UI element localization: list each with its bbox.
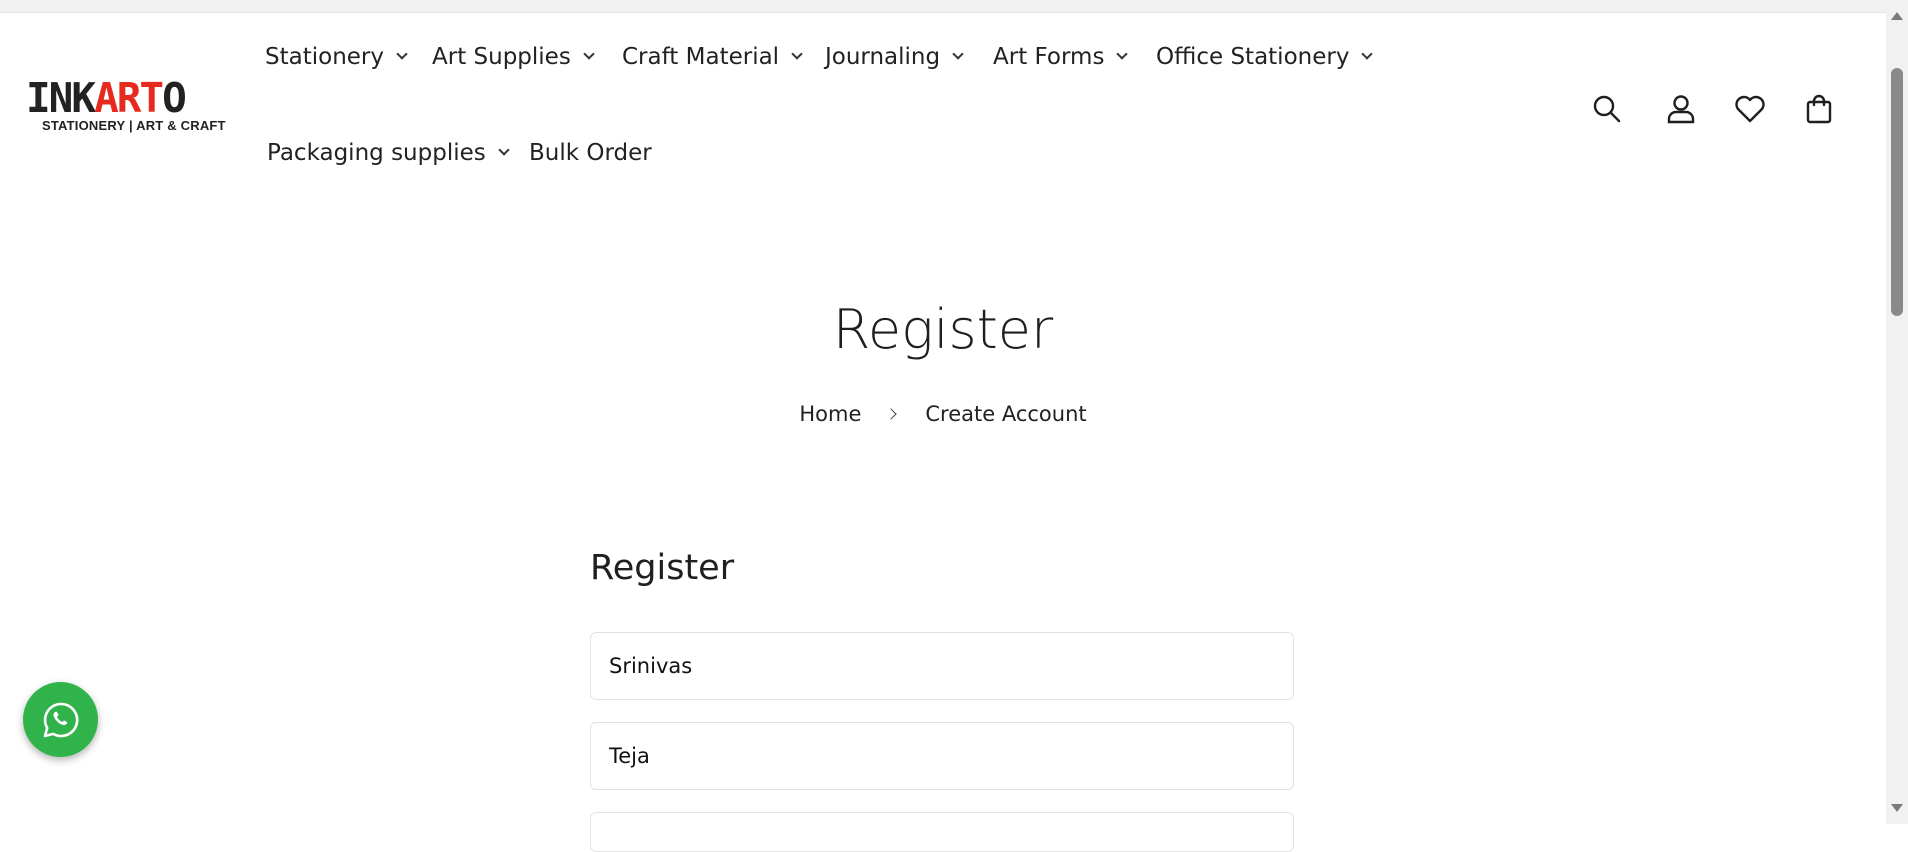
chevron-down-icon — [1361, 48, 1374, 60]
account-icon[interactable] — [1664, 92, 1698, 126]
breadcrumb-home-link[interactable]: Home — [799, 402, 861, 426]
nav-label: Journaling — [825, 44, 941, 70]
nav-label: Art Supplies — [432, 44, 571, 70]
nav-item-packaging-supplies[interactable]: Packaging supplies — [267, 140, 510, 166]
nav-item-bulk-order[interactable]: Bulk Order — [529, 140, 652, 166]
chevron-down-icon — [396, 48, 408, 60]
breadcrumb: Home Create Account — [0, 402, 1886, 426]
site-logo[interactable]: INKARTO STATIONERY | ART & CRAFT — [26, 74, 226, 136]
nav-label: Stationery — [265, 44, 384, 70]
chevron-down-icon — [498, 144, 510, 156]
nav-item-art-supplies[interactable]: Art Supplies — [432, 44, 595, 70]
nav-item-journaling[interactable]: Journaling — [825, 44, 964, 70]
chevron-down-icon — [952, 48, 964, 60]
cart-bag-icon[interactable] — [1802, 92, 1836, 126]
logo-wordmark: INKARTO — [26, 74, 187, 122]
vertical-scrollbar[interactable] — [1886, 0, 1908, 824]
nav-label: Bulk Order — [529, 140, 652, 166]
chevron-down-icon — [791, 48, 803, 60]
chevron-right-icon — [885, 408, 898, 420]
scroll-up-arrow-icon[interactable] — [1891, 12, 1903, 20]
nav-item-craft-material[interactable]: Craft Material — [622, 44, 803, 70]
chevron-down-icon — [1116, 48, 1129, 60]
first-name-input[interactable] — [591, 633, 1293, 699]
last-name-field[interactable] — [590, 722, 1294, 790]
form-heading: Register — [590, 548, 735, 588]
scroll-down-arrow-icon[interactable] — [1891, 804, 1903, 812]
nav-label: Packaging supplies — [267, 140, 486, 166]
last-name-input[interactable] — [591, 723, 1293, 789]
search-icon[interactable] — [1590, 92, 1624, 126]
nav-label: Craft Material — [622, 44, 780, 70]
chevron-down-icon — [583, 48, 595, 60]
whatsapp-icon — [43, 702, 78, 737]
nav-item-art-forms[interactable]: Art Forms — [993, 44, 1129, 70]
browser-top-strip — [0, 0, 1886, 13]
page-title: Register — [832, 298, 1054, 361]
nav-item-stationery[interactable]: Stationery — [265, 44, 408, 70]
nav-item-office-stationery[interactable]: Office Stationery — [1156, 44, 1374, 70]
breadcrumb-current: Create Account — [925, 402, 1087, 426]
email-field[interactable] — [590, 812, 1294, 852]
scrollbar-thumb[interactable] — [1891, 68, 1903, 316]
nav-label: Art Forms — [993, 44, 1105, 70]
whatsapp-button[interactable] — [23, 682, 98, 757]
logo-tagline: STATIONERY | ART & CRAFT — [42, 118, 226, 133]
first-name-field[interactable] — [590, 632, 1294, 700]
wishlist-heart-icon[interactable] — [1733, 92, 1767, 126]
nav-label: Office Stationery — [1156, 44, 1350, 70]
